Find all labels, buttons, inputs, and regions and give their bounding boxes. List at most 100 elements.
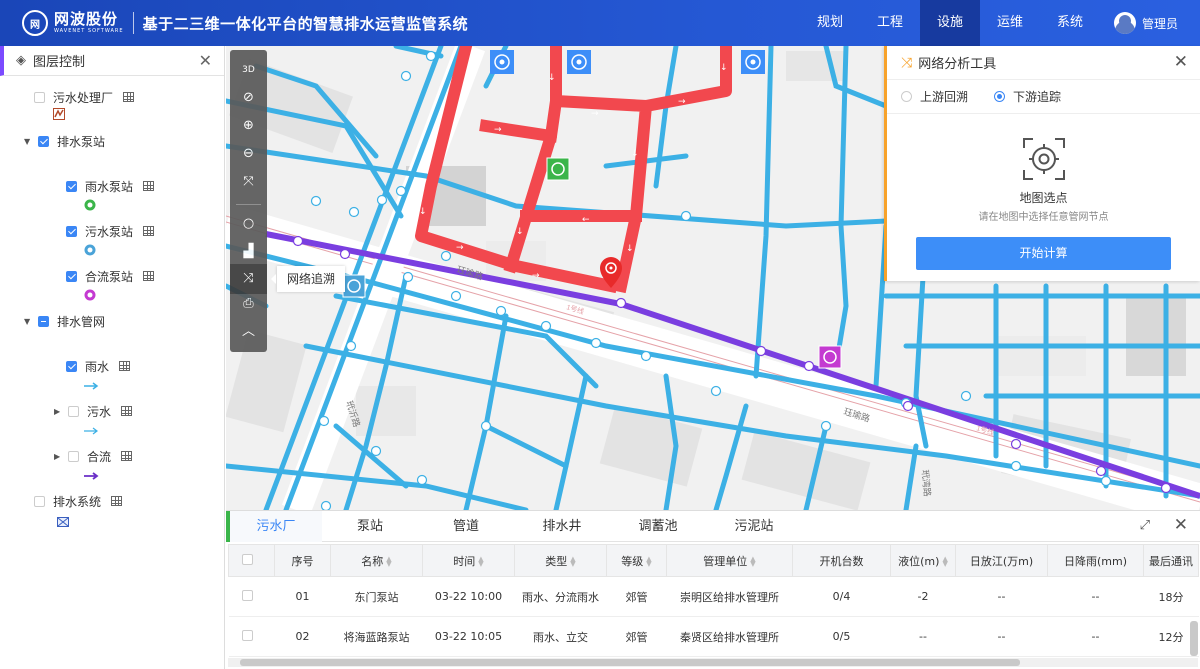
table-cell: 03-22 10:00 [422,576,515,617]
row-select-cell[interactable] [228,576,275,617]
attribute-table-icon[interactable] [119,361,131,371]
layer-row-rain-pipe[interactable]: 雨水 [66,357,131,375]
tab-pump-station[interactable]: 泵站 [322,511,418,542]
checkbox[interactable] [68,405,79,417]
sort-icon[interactable]: ▲ ▼ [750,555,755,567]
rain-pump-marker[interactable] [546,157,570,181]
nav-planning[interactable]: 规划 [800,0,860,46]
radio-dot[interactable] [901,91,912,102]
attribute-table-icon[interactable] [143,226,155,236]
column-header-sortable[interactable]: 液位(m) ▲ ▼ [890,544,956,577]
close-icon[interactable]: ✕ [1174,515,1188,535]
column-header-sortable[interactable]: 名称 ▲ ▼ [330,544,423,577]
expand-icon[interactable]: ⤢ [1140,518,1150,533]
compass-icon[interactable]: ⊘ [230,84,267,112]
checkbox[interactable] [68,450,79,462]
horizontal-scrollbar[interactable] [228,658,1198,667]
select-all-cell[interactable] [228,544,275,577]
radio-upstream[interactable]: 上游回溯 [901,88,968,105]
close-icon[interactable]: ✕ [1174,52,1188,72]
user-menu[interactable]: 管理员 [1113,0,1178,46]
sewage-pump-marker[interactable] [342,274,366,298]
svg-text:→: → [494,125,502,135]
nav-engineering[interactable]: 工程 [860,0,920,46]
scrollbar-thumb[interactable] [240,659,1020,666]
crosshair-icon[interactable] [1021,136,1067,182]
layer-row-drainage-system[interactable]: 排水系统 [34,492,123,510]
radio-downstream[interactable]: 下游追踪 [994,88,1061,105]
column-header-sortable[interactable]: 类型 ▲ ▼ [514,544,607,577]
nav-facilities[interactable]: 设施 [920,0,980,46]
nav-operations[interactable]: 运维 [980,0,1040,46]
sort-icon[interactable]: ▲ ▼ [478,555,483,567]
layer-row-combined-pipe[interactable]: ▶ 合流 [54,447,133,465]
tab-manhole[interactable]: 排水井 [514,511,610,542]
caret-right-icon[interactable]: ▶ [54,452,64,461]
table-row[interactable]: 01 东门泵站 03-22 10:00 雨水、分流雨水 郊管 崇明区给排水管理所… [228,576,1199,617]
radio-dot[interactable] [994,91,1006,102]
facility-tabs: 污水厂 泵站 管道 排水井 调蓄池 污泥站 ⤢ ✕ [226,510,1200,542]
attribute-table-icon[interactable] [121,406,133,416]
full-extent-icon[interactable]: ⤧ [230,168,267,196]
layer-row-sewage-plant[interactable]: 污水处理厂 [34,88,135,106]
checkbox[interactable] [34,495,45,507]
row-select-cell[interactable] [228,616,275,657]
checkbox[interactable] [66,360,77,372]
chevron-up-icon[interactable]: ︿ [230,318,267,346]
3d-view-icon[interactable]: 3D [230,56,267,84]
table-cell: 雨水、立交 [514,616,607,657]
layer-row-sewage-pump[interactable]: 污水泵站 [66,222,155,240]
print-icon[interactable]: ⎙ [230,290,267,318]
checkbox[interactable] [66,225,77,237]
tab-sewage-plant[interactable]: 污水厂 [226,510,322,542]
caret-down-icon[interactable]: ▼ [24,317,34,326]
caret-right-icon[interactable]: ▶ [54,407,64,416]
tab-pipe[interactable]: 管道 [418,511,514,542]
combined-pump-marker[interactable] [818,345,842,369]
sort-icon[interactable]: ▲ ▼ [646,555,651,567]
select-all-checkbox[interactable] [242,553,253,565]
sort-icon[interactable]: ▲ ▼ [570,555,575,567]
tab-sludge-station[interactable]: 污泥站 [706,511,802,542]
checkbox[interactable] [66,270,77,282]
svg-text:↓: ↓ [626,244,634,254]
zoom-in-icon[interactable]: ⊕ [230,112,267,140]
column-header-sortable[interactable]: 时间 ▲ ▼ [422,544,515,577]
checkbox[interactable] [38,135,49,147]
attribute-table-icon[interactable] [143,271,155,281]
row-checkbox[interactable] [242,589,253,601]
checkbox[interactable] [34,91,45,103]
column-header-sortable[interactable]: 管理单位 ▲ ▼ [666,544,793,577]
table-row[interactable]: 02 将海蓝路泵站 03-22 10:05 雨水、立交 郊管 秦贤区给排水管理所… [228,616,1199,657]
sort-icon[interactable]: ▲ ▼ [386,555,391,567]
attribute-table-icon[interactable] [121,451,133,461]
layer-row-combined-pump[interactable]: 合流泵站 [66,267,155,285]
layer-row-rain-pump[interactable]: 雨水泵站 [66,177,155,195]
table-cell: 0/4 [792,576,891,617]
radio-label: 上游回溯 [920,90,969,104]
attribute-table-icon[interactable] [111,496,123,506]
zoom-out-icon[interactable]: ⊖ [230,140,267,168]
close-icon[interactable]: ✕ [199,51,212,70]
tool-tooltip: 网络追溯 [270,266,346,292]
column-header-sortable[interactable]: 等级 ▲ ▼ [606,544,667,577]
checkbox[interactable] [38,315,49,327]
nav-system[interactable]: 系统 [1040,0,1100,46]
start-calculation-button[interactable]: 开始计算 [916,237,1171,270]
caret-down-icon[interactable]: ▼ [24,137,34,146]
layer-row-sewage-pipe[interactable]: ▶ 污水 [54,402,133,420]
table-cell: 郊管 [606,616,667,657]
tab-storage-tank[interactable]: 调蓄池 [610,511,706,542]
checkbox[interactable] [66,180,77,192]
chart-icon[interactable]: ▟ [230,238,267,266]
layer-row-pipe-network[interactable]: ▼ 排水管网 [24,312,105,330]
sort-icon[interactable]: ▲ ▼ [942,555,947,567]
shuffle-icon: ⤨ [901,54,913,71]
map-pick-area[interactable]: 地图选点 请在地图中选择任意管网节点 [887,136,1200,223]
vertical-scrollbar[interactable] [1190,621,1198,656]
layer-row-drainage-pump[interactable]: ▼ 排水泵站 [24,132,105,150]
search-icon[interactable]: ○ [230,210,267,238]
attribute-table-icon[interactable] [143,181,155,191]
attribute-table-icon[interactable] [123,92,135,102]
row-checkbox[interactable] [242,629,253,641]
